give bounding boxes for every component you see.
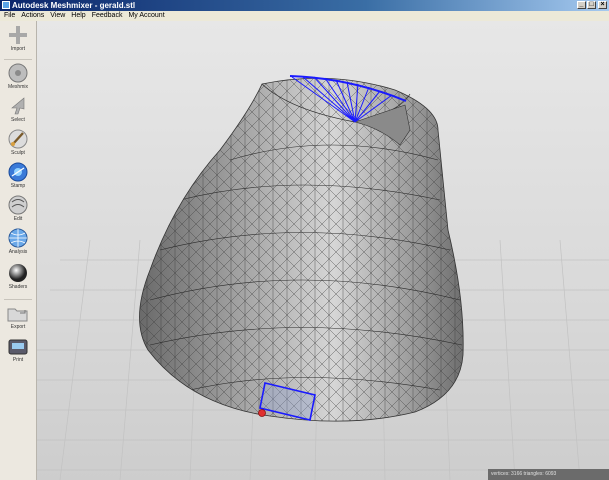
import-tool[interactable]: Import [3,25,33,61]
3d-viewport[interactable] [37,21,609,480]
app-icon [2,1,10,9]
edit-icon [8,195,28,215]
menu-my-account[interactable]: My Account [126,11,166,21]
analysis-tool[interactable]: Analysis [3,228,33,264]
toolbar-divider [4,59,32,60]
viewport-canvas[interactable] [37,21,609,480]
maximize-button[interactable]: □ [587,1,596,9]
analysis-icon [8,228,28,248]
menu-file[interactable]: File [2,11,17,21]
shader-sphere-icon [9,264,27,282]
pivot-point-icon[interactable] [258,409,266,417]
menu-feedback[interactable]: Feedback [90,11,125,21]
menu-help[interactable]: Help [69,11,87,21]
meshmix-label: Meshmix [7,84,28,90]
plus-icon [9,26,27,44]
select-label: Select [11,117,25,123]
printer-icon [8,339,28,355]
status-bar: vertices: 3166 triangles: 6093 [488,469,609,480]
import-label: Import [10,46,26,52]
sculpt-tool[interactable]: Sculpt [3,129,33,165]
stamp-tool[interactable]: Stamp [3,162,33,198]
menu-actions[interactable]: Actions [19,11,46,21]
print-tool[interactable]: Print [3,338,33,374]
analysis-label: Analysis [8,249,28,255]
toolbar-divider [4,299,32,300]
close-button[interactable]: × [598,1,607,9]
select-tool[interactable]: Select [3,96,33,132]
sculpt-label: Sculpt [11,150,25,156]
brush-icon [8,129,28,149]
shaders-tool[interactable]: Shaders [3,263,33,299]
export-tool[interactable]: Export [3,305,33,341]
folder-icon [7,308,28,322]
mesh-model[interactable] [120,60,480,440]
shaders-label: Shaders [8,284,28,290]
stamp-icon [8,162,28,182]
meshmix-icon [8,63,28,83]
menu-view[interactable]: View [48,11,67,21]
menu-bar: File Actions View Help Feedback My Account [0,11,609,21]
title-bar: Autodesk Meshmixer - gerald.stl _ □ × [0,0,609,11]
print-label: Print [12,357,24,363]
tool-sidebar: Import Meshmix Select Sculpt Stamp Edit … [0,21,37,480]
edit-label: Edit [13,216,23,222]
minimize-button[interactable]: _ [577,1,586,9]
stamp-label: Stamp [10,183,26,189]
select-arrow-icon [11,97,25,115]
export-label: Export [10,324,26,330]
window-title: Autodesk Meshmixer - gerald.stl [12,1,136,10]
edit-tool[interactable]: Edit [3,195,33,231]
meshmix-tool[interactable]: Meshmix [3,63,33,99]
